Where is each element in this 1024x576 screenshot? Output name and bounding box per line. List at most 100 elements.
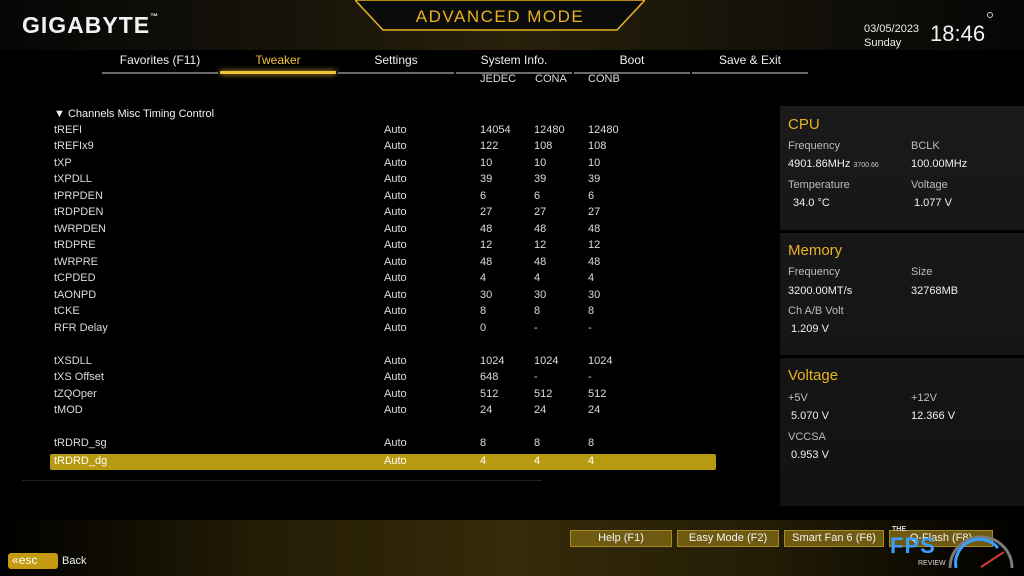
cell-mode: Auto bbox=[384, 173, 407, 185]
brand-logo: GIGABYTE™ bbox=[22, 12, 160, 38]
cell-name: tRDRD_sg bbox=[54, 437, 107, 449]
cell-conb: 12 bbox=[588, 239, 601, 251]
tab-system-info[interactable]: System Info. bbox=[454, 50, 574, 74]
table-row[interactable]: tCKE Auto 8 8 8 bbox=[50, 304, 716, 320]
smart-fan-button[interactable]: Smart Fan 6 (F6) bbox=[784, 530, 884, 547]
table-row[interactable]: tRDRD_sg Auto 8 8 8 bbox=[50, 436, 716, 452]
cell-cona: 39 bbox=[534, 173, 547, 185]
cell-name: tREFIx9 bbox=[54, 140, 94, 152]
cell-mode: Auto bbox=[384, 157, 407, 169]
cell-conb: 48 bbox=[588, 223, 601, 235]
mode-title: ADVANCED MODE bbox=[415, 7, 585, 26]
cell-conb: 108 bbox=[588, 140, 607, 152]
cell-cona: 8 bbox=[534, 305, 541, 317]
tab-save-exit[interactable]: Save & Exit bbox=[690, 50, 810, 74]
tab-settings[interactable]: Settings bbox=[336, 50, 456, 74]
table-row[interactable]: tZQOper Auto 512 512 512 bbox=[50, 387, 716, 403]
voltage-5v-label: +5V bbox=[788, 392, 808, 404]
cell-cona: 30 bbox=[534, 289, 547, 301]
cell-cona: 48 bbox=[534, 256, 547, 268]
easy-mode-button[interactable]: Easy Mode (F2) bbox=[677, 530, 779, 547]
cell-cona: 4 bbox=[534, 272, 541, 284]
date-text: 03/05/2023 bbox=[864, 23, 920, 35]
cell-conb: 30 bbox=[588, 289, 601, 301]
cell-mode: Auto bbox=[384, 256, 407, 268]
cell-mode: Auto bbox=[384, 206, 407, 218]
table-row[interactable]: tPRPDEN Auto 6 6 6 bbox=[50, 189, 716, 205]
cell-mode: Auto bbox=[384, 223, 407, 235]
cell-mode: Auto bbox=[384, 289, 407, 301]
cell-conb: 8 bbox=[588, 437, 595, 449]
cell-cona: 4 bbox=[534, 455, 541, 467]
cell-name: tRDPRE bbox=[54, 239, 96, 251]
cell-cona: 48 bbox=[534, 223, 547, 235]
cell-name: tREFI bbox=[54, 124, 83, 136]
cell-name: tWRPDEN bbox=[54, 223, 106, 235]
voltage-vccsa-label: VCCSA bbox=[788, 431, 826, 443]
table-divider bbox=[22, 480, 542, 481]
cell-conb: 4 bbox=[588, 272, 595, 284]
table-row[interactable]: tWRPDEN Auto 48 48 48 bbox=[50, 222, 716, 238]
cell-jedec: 8 bbox=[480, 305, 487, 317]
memory-title: Memory bbox=[788, 242, 843, 259]
cell-conb: 4 bbox=[588, 455, 595, 467]
cell-mode: Auto bbox=[384, 455, 407, 467]
cell-cona: - bbox=[534, 371, 538, 383]
cell-name: tRDPDEN bbox=[54, 206, 104, 218]
table-row[interactable]: tREFI Auto 14054 12480 12480 bbox=[50, 123, 716, 139]
cell-jedec: 24 bbox=[480, 404, 493, 416]
esc-button[interactable]: «esc bbox=[8, 553, 58, 569]
table-row[interactable]: tAONPD Auto 30 30 30 bbox=[50, 288, 716, 304]
cell-cona: 27 bbox=[534, 206, 547, 218]
voltage-12v-value: 12.366 V bbox=[911, 410, 956, 422]
cell-conb: 10 bbox=[588, 157, 601, 169]
table-row[interactable]: tWRPRE Auto 48 48 48 bbox=[50, 255, 716, 271]
cell-name: tXSDLL bbox=[54, 355, 92, 367]
settings-icon[interactable] bbox=[987, 12, 993, 18]
cell-jedec: 8 bbox=[480, 437, 487, 449]
tab-boot[interactable]: Boot bbox=[572, 50, 692, 74]
cell-mode: Auto bbox=[384, 437, 407, 449]
table-row[interactable]: tRDPRE Auto 12 12 12 bbox=[50, 238, 716, 254]
cell-name: tMOD bbox=[54, 404, 83, 416]
cell-jedec: 10 bbox=[480, 157, 493, 169]
cell-mode: Auto bbox=[384, 388, 407, 400]
cell-jedec: 30 bbox=[480, 289, 493, 301]
cell-jedec: 4 bbox=[480, 272, 487, 284]
tab-favorites[interactable]: Favorites (F11) bbox=[100, 50, 220, 74]
tab-tweaker[interactable]: Tweaker bbox=[218, 50, 338, 74]
section-title: Channels Misc Timing Control bbox=[67, 108, 215, 120]
table-row[interactable]: tXPDLL Auto 39 39 39 bbox=[50, 172, 716, 188]
cell-mode: Auto bbox=[384, 140, 407, 152]
cell-jedec: 648 bbox=[480, 371, 499, 383]
table-row-selected[interactable]: tRDRD_dg Auto 4 4 4 bbox=[50, 454, 716, 470]
cell-jedec: 6 bbox=[480, 190, 487, 202]
cell-mode: Auto bbox=[384, 190, 407, 202]
table-row[interactable]: tMOD Auto 24 24 24 bbox=[50, 403, 716, 419]
cell-cona: 12480 bbox=[534, 124, 565, 136]
table-row[interactable]: RFR Delay Auto 0 - - bbox=[50, 321, 716, 337]
cell-jedec: 14054 bbox=[480, 124, 511, 136]
memory-frequency-value: 3200.00MT/s bbox=[788, 285, 853, 297]
cell-jedec: 48 bbox=[480, 256, 493, 268]
cpu-bclk-value: 100.00MHz bbox=[911, 158, 968, 170]
help-button[interactable]: Help (F1) bbox=[570, 530, 672, 547]
cell-cona: 108 bbox=[534, 140, 553, 152]
cell-cona: 6 bbox=[534, 190, 541, 202]
cpu-voltage-value: 1.077 V bbox=[914, 197, 952, 209]
cell-name: tRDRD_dg bbox=[54, 455, 108, 467]
cell-jedec: 27 bbox=[480, 206, 493, 218]
cell-name: tAONPD bbox=[54, 289, 97, 301]
cell-cona: 512 bbox=[534, 388, 553, 400]
voltage-5v-value: 5.070 V bbox=[791, 410, 829, 422]
table-row[interactable]: tXSDLL Auto 1024 1024 1024 bbox=[50, 354, 716, 370]
table-row[interactable]: tXP Auto 10 10 10 bbox=[50, 156, 716, 172]
table-row[interactable]: tCPDED Auto 4 4 4 bbox=[50, 271, 716, 287]
memory-frequency-label: Frequency bbox=[788, 266, 840, 278]
table-row[interactable]: tREFIx9 Auto 122 108 108 bbox=[50, 139, 716, 155]
table-row[interactable]: tXS Offset Auto 648 - - bbox=[50, 370, 716, 386]
section-header[interactable]: ▼ Channels Misc Timing Control bbox=[54, 108, 214, 120]
table-row[interactable]: tRDPDEN Auto 27 27 27 bbox=[50, 205, 716, 221]
cell-name: tCKE bbox=[54, 305, 80, 317]
date-display: 03/05/2023 Sunday bbox=[864, 22, 919, 50]
